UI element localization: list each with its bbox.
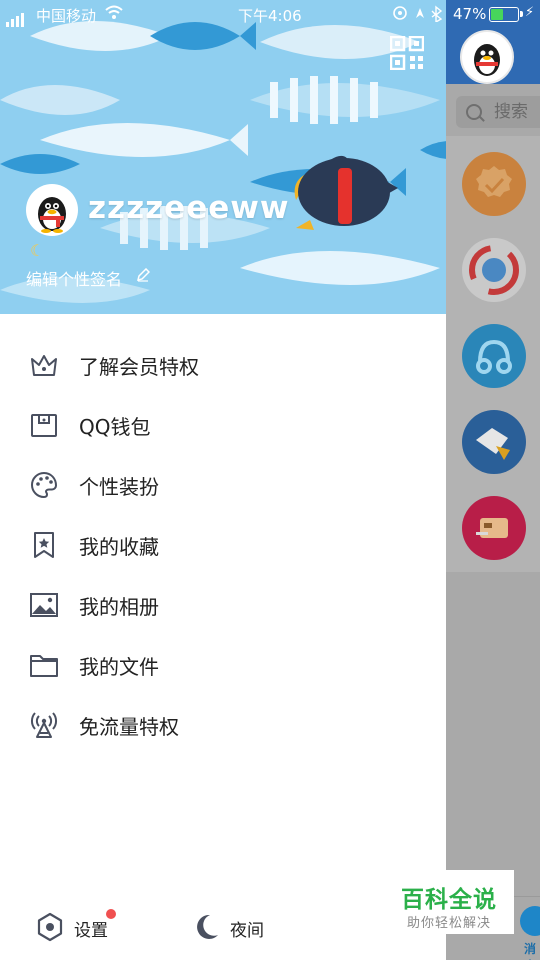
profile-avatar[interactable] — [26, 184, 78, 236]
menu-item-label: QQ钱包 — [79, 415, 151, 439]
menu-item-label: 个性装扮 — [79, 475, 159, 499]
profile-header-background: zzzzeeeww ☾ 编辑个性签名 — [0, 0, 446, 314]
night-mode-button[interactable]: 夜间 — [192, 906, 292, 946]
qr-code-icon[interactable] — [390, 36, 424, 70]
profile-drawer: zzzzeeeww ☾ 编辑个性签名 了解会员特权 QQ钱包 个性装扮 我的收藏… — [0, 0, 446, 960]
menu-item-files[interactable]: 我的文件 — [0, 634, 446, 694]
palette-icon — [31, 471, 58, 499]
app-icon-red-envelope[interactable] — [462, 496, 526, 560]
menu-item-free-data[interactable]: 免流量特权 — [0, 694, 446, 754]
menu-item-vip-privileges[interactable]: 了解会员特权 — [0, 334, 446, 394]
settings-label: 设置 — [74, 921, 108, 941]
profile-nickname[interactable]: zzzzeeeww — [88, 190, 290, 226]
signal-strength-icon — [6, 9, 26, 27]
background-search-placeholder: 搜索 — [494, 102, 528, 122]
status-time: 下午4:06 — [238, 7, 302, 25]
wallet-icon — [31, 414, 57, 437]
background-search-bar[interactable]: 搜索 — [456, 96, 540, 128]
watermark-subtitle: 助你轻松解决 — [406, 916, 491, 931]
app-icon-orange-badge[interactable] — [462, 152, 526, 216]
watermark-title: 百科全说 — [401, 887, 497, 913]
menu-item-label: 我的相册 — [79, 595, 159, 619]
background-avatar[interactable] — [460, 30, 514, 84]
crown-icon — [31, 355, 57, 376]
bookmark-star-icon — [34, 532, 54, 558]
moon-icon — [197, 914, 218, 939]
folder-icon — [30, 655, 58, 677]
photo-icon — [30, 593, 58, 617]
location-bluetooth-icons — [392, 4, 448, 26]
settings-hexagon-icon — [37, 912, 63, 942]
menu-item-label: 了解会员特权 — [79, 355, 199, 379]
search-icon — [466, 104, 482, 120]
charging-bolt-icon: ⚡ — [525, 5, 535, 20]
wifi-icon — [104, 2, 124, 26]
night-mode-label: 夜间 — [230, 921, 264, 941]
pencil-icon[interactable] — [136, 268, 150, 282]
status-bar: 中国移动 下午4:06 47% ⚡ — [0, 0, 540, 28]
menu-item-label: 我的收藏 — [79, 535, 159, 559]
background-app-list — [446, 136, 540, 572]
battery-icon — [489, 7, 523, 22]
level-moon-icon[interactable]: ☾ — [30, 241, 44, 260]
app-icon-game[interactable] — [462, 410, 526, 474]
battery-percent: 47% — [453, 5, 487, 23]
menu-item-label: 我的文件 — [79, 655, 159, 679]
settings-button[interactable]: 设置 — [36, 906, 136, 946]
carrier-name: 中国移动 — [36, 7, 97, 25]
menu-item-album[interactable]: 我的相册 — [0, 574, 446, 634]
watermark: 百科全说 助你轻松解决 — [384, 870, 514, 934]
menu-item-personalize[interactable]: 个性装扮 — [0, 454, 446, 514]
message-tab-label[interactable]: 消息 — [524, 940, 540, 960]
app-icon-qzone[interactable] — [462, 238, 526, 302]
app-icon-headset[interactable] — [462, 324, 526, 388]
edit-signature-link[interactable]: 编辑个性签名 — [26, 266, 122, 290]
menu-item-favorites[interactable]: 我的收藏 — [0, 514, 446, 574]
menu-item-label: 免流量特权 — [79, 715, 179, 739]
settings-notification-dot — [106, 909, 116, 919]
background-app: 搜索 消息 — [446, 0, 540, 960]
broadcast-tower-icon — [31, 712, 57, 738]
menu-item-qq-wallet[interactable]: QQ钱包 — [0, 394, 446, 454]
